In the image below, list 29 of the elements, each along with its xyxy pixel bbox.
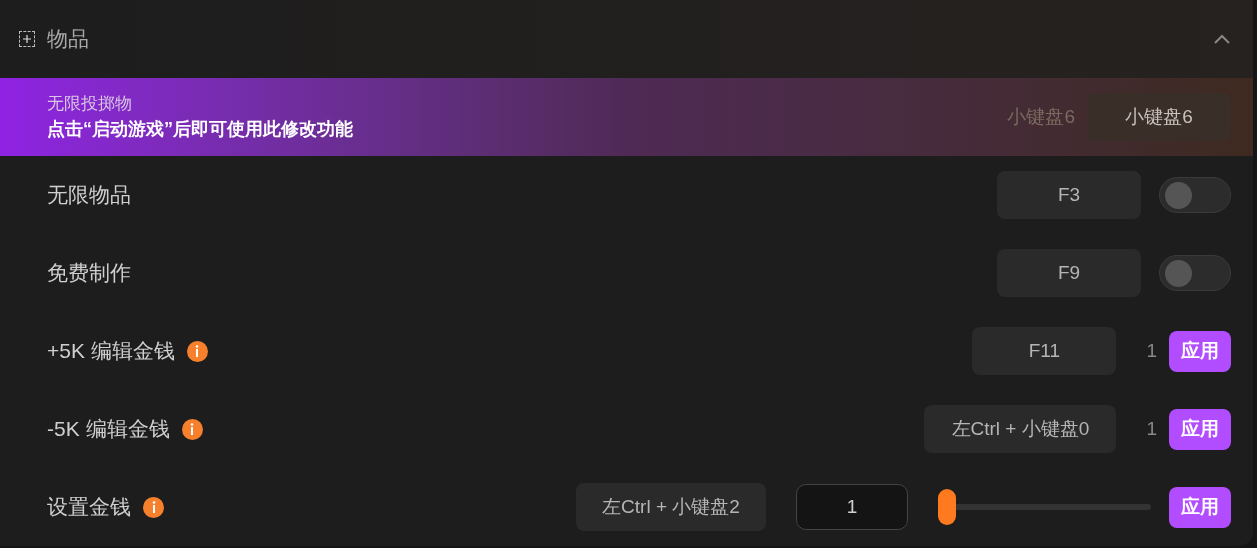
apply-button[interactable]: 应用	[1169, 330, 1231, 372]
notice-text: 点击“启动游戏”后即可使用此修改功能	[47, 118, 354, 141]
apply-button[interactable]: 应用	[1169, 408, 1231, 450]
section-title: 物品	[47, 26, 90, 53]
chevron-icon[interactable]	[1213, 33, 1231, 45]
feature-label: -5K 编辑金钱	[47, 416, 170, 443]
value-text: 1	[1146, 416, 1157, 441]
feature-label: 免费制作	[47, 260, 131, 287]
hotkey-button[interactable]: 小键盘6	[1087, 93, 1231, 141]
expand-icon[interactable]	[19, 31, 35, 47]
hint-text: 小键盘6	[1007, 104, 1075, 129]
info-icon[interactable]	[143, 496, 164, 518]
feature-label: 无限投掷物	[47, 93, 133, 115]
value-text: 1	[1146, 338, 1157, 363]
feature-label: 设置金钱	[47, 494, 131, 521]
slider-thumb[interactable]	[938, 489, 956, 525]
toggle-switch[interactable]	[1159, 177, 1231, 213]
toggle-switch[interactable]	[1159, 255, 1231, 291]
feature-label: +5K 编辑金钱	[47, 338, 175, 365]
hotkey-button[interactable]: F3	[997, 171, 1141, 219]
feature-label: 无限物品	[47, 182, 131, 209]
apply-button[interactable]: 应用	[1169, 486, 1231, 528]
number-field[interactable]: 1	[796, 484, 908, 530]
hotkey-button[interactable]: 左Ctrl + 小键盘2	[576, 483, 766, 531]
hotkey-button[interactable]: F11	[972, 327, 1117, 375]
info-icon[interactable]	[186, 340, 208, 362]
hotkey-button[interactable]: F9	[997, 249, 1141, 297]
info-icon[interactable]	[181, 418, 203, 440]
hotkey-button[interactable]: 左Ctrl + 小键盘0	[924, 405, 1117, 453]
